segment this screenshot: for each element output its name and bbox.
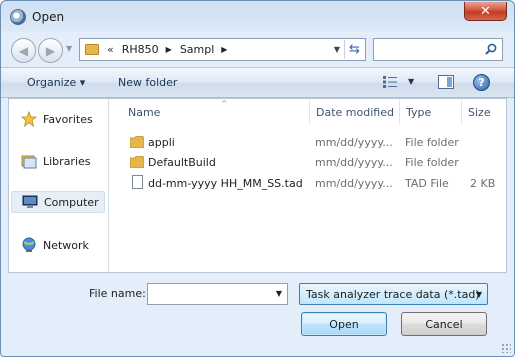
- file-name-label: File name:: [89, 287, 146, 300]
- file-type: TAD File: [405, 177, 449, 190]
- views-dropdown-icon[interactable]: ▼: [408, 77, 414, 86]
- file-name: appli: [148, 136, 175, 149]
- file-name: DefaultBuild: [148, 156, 216, 169]
- browser-content: Favorites Libraries Computer Network Nam…: [8, 98, 507, 273]
- chevron-down-icon[interactable]: ▼: [476, 290, 482, 299]
- computer-icon: [22, 195, 38, 208]
- folder-icon: [130, 156, 144, 168]
- back-button[interactable]: ◀: [11, 38, 36, 63]
- nav-item-network[interactable]: Network: [11, 234, 105, 256]
- nav-item-label: Network: [43, 238, 89, 252]
- nav-item-favorites[interactable]: Favorites: [11, 108, 105, 130]
- breadcrumb-rh850[interactable]: RH850: [122, 43, 159, 56]
- navigation-pane: Favorites Libraries Computer Network: [9, 99, 109, 272]
- chevron-right-icon[interactable]: ▶: [166, 45, 172, 54]
- cancel-button[interactable]: Cancel: [401, 312, 487, 336]
- open-dialog: Open ✕ ◀ ▶ ▼ « RH850 ▶ Sampl ▶ ▼ ⇆ Organ…: [0, 0, 515, 357]
- nav-item-label: Computer: [44, 195, 99, 209]
- chevron-down-icon[interactable]: ▼: [334, 45, 340, 54]
- file-type: File folder: [405, 136, 459, 149]
- file-date: mm/dd/yyyy...: [315, 136, 393, 149]
- table-row[interactable]: DefaultBuild mm/dd/yyyy... File folder: [110, 152, 506, 172]
- organize-button[interactable]: Organize ▾: [27, 76, 85, 89]
- refresh-icon: ⇆: [349, 42, 360, 57]
- breadcrumb-sampl[interactable]: Sampl: [180, 43, 214, 56]
- file-type-value: Task analyzer trace data (*.tad): [306, 288, 480, 301]
- views-icon[interactable]: [383, 76, 397, 88]
- search-icon[interactable]: [485, 43, 497, 55]
- app-icon: [10, 9, 26, 25]
- title-bar[interactable]: Open ✕: [1, 1, 514, 32]
- table-row[interactable]: dd-mm-yyyy HH_MM_SS.tad mm/dd/yyyy... TA…: [110, 173, 506, 193]
- forward-arrow-icon: ▶: [45, 43, 56, 58]
- folder-icon: [130, 136, 144, 148]
- column-header-date[interactable]: Date modified: [310, 99, 400, 124]
- address-bar[interactable]: « RH850 ▶ Sampl ▶ ▼ ⇆: [79, 38, 366, 61]
- file-date: mm/dd/yyyy...: [315, 156, 393, 169]
- file-list: Name ^ Date modified Type Size appli mm/…: [110, 99, 506, 272]
- close-button[interactable]: ✕: [464, 2, 507, 21]
- nav-item-computer[interactable]: Computer: [11, 191, 105, 213]
- column-header-size[interactable]: Size: [462, 99, 508, 124]
- file-name-field[interactable]: ▼: [147, 283, 288, 305]
- file-icon: [132, 175, 143, 189]
- file-size: 2 KB: [470, 177, 496, 190]
- file-date: mm/dd/yyyy...: [315, 177, 393, 190]
- search-input[interactable]: [373, 38, 503, 61]
- file-type-select[interactable]: Task analyzer trace data (*.tad) ▼: [299, 283, 488, 305]
- help-icon[interactable]: ?: [473, 74, 490, 91]
- refresh-button[interactable]: ⇆: [344, 40, 364, 59]
- window-title: Open: [32, 10, 65, 24]
- sort-ascending-icon: ^: [221, 99, 228, 108]
- forward-button[interactable]: ▶: [38, 38, 63, 63]
- chevron-right-icon[interactable]: ▶: [221, 45, 227, 54]
- open-button[interactable]: Open: [301, 312, 387, 336]
- history-dropdown-icon[interactable]: ▼: [66, 44, 72, 53]
- chevron-down-icon[interactable]: ▼: [276, 289, 282, 298]
- nav-item-label: Libraries: [43, 154, 91, 168]
- network-icon: [22, 237, 36, 252]
- star-icon: [21, 111, 37, 127]
- column-header-type[interactable]: Type: [400, 99, 462, 124]
- breadcrumb-overflow[interactable]: «: [107, 43, 114, 56]
- folder-icon: [85, 44, 99, 55]
- nav-item-label: Favorites: [43, 112, 93, 126]
- nav-item-libraries[interactable]: Libraries: [11, 150, 105, 172]
- resize-grip-icon[interactable]: [501, 343, 511, 353]
- column-header-name[interactable]: Name: [122, 99, 310, 124]
- libraries-icon: [21, 155, 37, 169]
- file-type: File folder: [405, 156, 459, 169]
- new-folder-button[interactable]: New folder: [118, 76, 177, 89]
- command-toolbar: Organize ▾ New folder ▼ ?: [1, 67, 514, 98]
- table-row[interactable]: appli mm/dd/yyyy... File folder: [110, 132, 506, 152]
- back-arrow-icon: ◀: [18, 43, 29, 58]
- preview-pane-icon[interactable]: [438, 75, 454, 89]
- file-name: dd-mm-yyyy HH_MM_SS.tad: [148, 177, 303, 190]
- close-icon: ✕: [480, 3, 491, 19]
